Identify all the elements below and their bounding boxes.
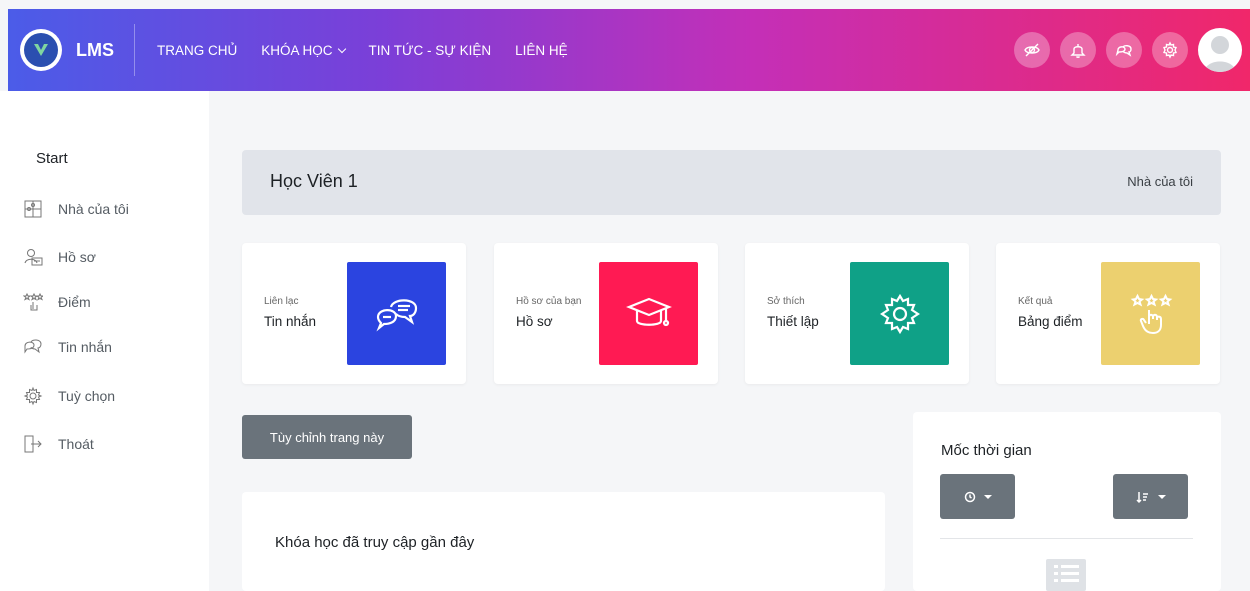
- nav-news[interactable]: TIN TỨC - SỰ KIỆN: [369, 43, 492, 58]
- gear-icon: [879, 293, 920, 334]
- card-tile: [347, 262, 446, 365]
- card-subtitle: Hồ sơ của bạn: [516, 296, 582, 307]
- user-avatar[interactable]: [1198, 28, 1242, 72]
- top-navbar: LMS TRANG CHỦ KHÓA HỌC TIN TỨC - SỰ KIỆN…: [8, 9, 1250, 91]
- clock-icon: [964, 491, 975, 502]
- sidebar-item-home[interactable]: Nhà của tôi: [22, 198, 129, 220]
- chevron-down-icon: [337, 44, 346, 53]
- card-tile: [599, 262, 698, 365]
- card-subtitle: Kết quả: [1018, 296, 1053, 307]
- timeline-filter-dropdown[interactable]: [940, 474, 1015, 519]
- nav-courses[interactable]: KHÓA HỌC: [261, 43, 346, 58]
- breadcrumb[interactable]: Nhà của tôi: [1127, 174, 1193, 189]
- messages-icon: [1115, 44, 1132, 57]
- brand-name[interactable]: LMS: [76, 40, 114, 61]
- graduation-cap-icon: [625, 297, 672, 326]
- notifications-button[interactable]: [1060, 32, 1096, 68]
- sidebar-item-messages[interactable]: Tin nhắn: [22, 336, 112, 358]
- recent-courses-block: Khóa học đã truy cập gần đây: [242, 492, 885, 591]
- sidebar-item-logout[interactable]: Thoát: [22, 433, 94, 455]
- puzzle-icon: [22, 198, 44, 220]
- card-subtitle: Liên lạc: [264, 296, 299, 307]
- user-icon: [1204, 36, 1236, 72]
- messages-button[interactable]: [1106, 32, 1142, 68]
- profile-icon: [22, 246, 44, 268]
- sidebar-item-preferences[interactable]: Tuỳ chọn: [22, 385, 115, 407]
- sidebar-item-grades[interactable]: Điểm: [22, 291, 91, 313]
- stars-hand-icon: [1130, 293, 1172, 334]
- settings-icon: [1163, 41, 1177, 59]
- logout-icon: [22, 433, 44, 455]
- caret-down-icon: [983, 494, 992, 499]
- sidebar-title: Start: [36, 150, 68, 167]
- eye-slash-icon: [1024, 43, 1040, 57]
- block-title: Khóa học đã truy cập gần đây: [275, 534, 475, 551]
- page-header: Học Viên 1 Nhà của tôi: [242, 150, 1221, 215]
- sidebar-item-profile[interactable]: Hồ sơ: [22, 246, 96, 268]
- card-title: Hồ sơ: [516, 314, 553, 329]
- card-settings[interactable]: Sở thích Thiết lập: [745, 243, 969, 384]
- nav-home[interactable]: TRANG CHỦ: [157, 43, 237, 58]
- card-messages[interactable]: Liên lạc Tin nhắn: [242, 243, 466, 384]
- timeline-block: Mốc thời gian: [913, 412, 1221, 591]
- left-sidebar: Start Nhà của tôi Hồ sơ Điểm Tin nhắn Tu…: [0, 91, 209, 591]
- site-logo[interactable]: [20, 29, 62, 71]
- star-hand-icon: [22, 291, 44, 313]
- card-profile[interactable]: Hồ sơ của bạn Hồ sơ: [494, 243, 718, 384]
- settings-button[interactable]: [1152, 32, 1188, 68]
- divider: [940, 538, 1193, 539]
- card-title: Bảng điểm: [1018, 314, 1083, 329]
- card-subtitle: Sở thích: [767, 296, 805, 307]
- caret-down-icon: [1157, 494, 1166, 499]
- hide-blocks-button[interactable]: [1014, 32, 1050, 68]
- timeline-sort-dropdown[interactable]: [1113, 474, 1188, 519]
- customise-page-button[interactable]: Tùy chỉnh trang này: [242, 415, 412, 459]
- list-icon: [1046, 559, 1086, 591]
- chat-bubbles-icon: [375, 298, 417, 331]
- sort-icon: [1135, 491, 1148, 503]
- card-tile: [1101, 262, 1200, 365]
- header-divider: [134, 24, 135, 76]
- card-tile: [850, 262, 949, 365]
- nav-contact[interactable]: LIÊN HỆ: [515, 43, 568, 58]
- chat-icon: [22, 336, 44, 358]
- card-title: Thiết lập: [767, 314, 819, 329]
- card-grades[interactable]: Kết quả Bảng điểm: [996, 243, 1220, 384]
- header-actions: [1014, 28, 1242, 72]
- block-title: Mốc thời gian: [941, 442, 1032, 459]
- main-nav: TRANG CHỦ KHÓA HỌC TIN TỨC - SỰ KIỆN LIÊ…: [157, 43, 568, 58]
- card-title: Tin nhắn: [264, 314, 317, 329]
- gear-icon: [22, 385, 44, 407]
- bell-icon: [1070, 44, 1086, 58]
- page-title: Học Viên 1: [270, 171, 358, 191]
